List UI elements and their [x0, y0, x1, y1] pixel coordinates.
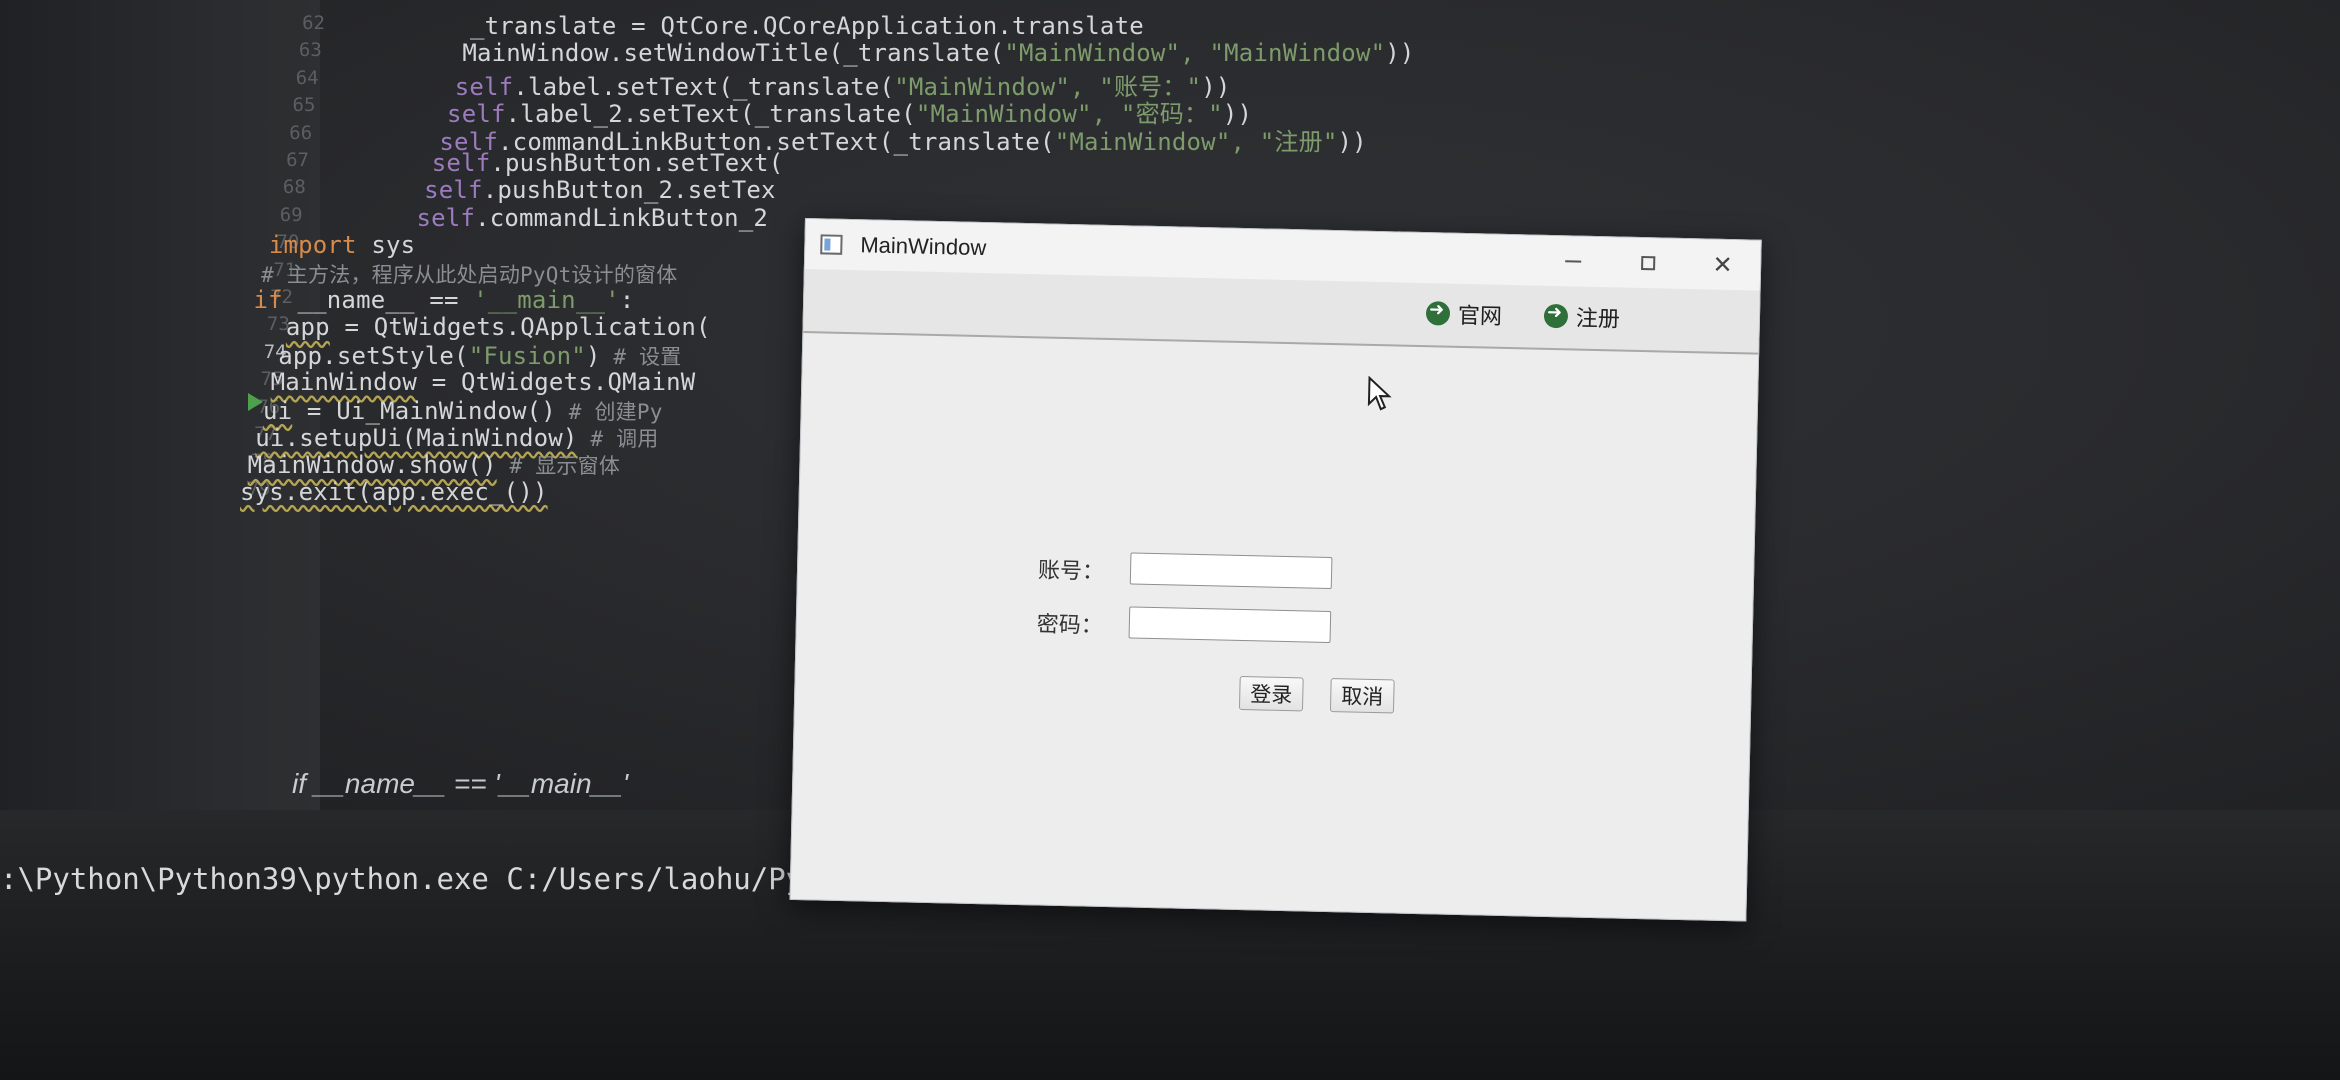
window-controls: ✕	[1535, 236, 1761, 291]
close-button[interactable]: ✕	[1685, 239, 1761, 291]
line-number: 62	[302, 12, 325, 34]
code-line[interactable]: self.pushButton.setText(	[432, 149, 784, 177]
line-number: 74	[263, 340, 287, 363]
code-token-pre: sys	[356, 231, 416, 260]
code-token-ul: app	[285, 313, 330, 342]
code-token-pre: .pushButton_2.setTex	[482, 176, 776, 205]
code-line[interactable]: sys.exit(app.exec_())	[240, 478, 548, 506]
line-number: 66	[289, 121, 313, 144]
account-label: 账号：	[1037, 558, 1105, 585]
code-token-post: )	[585, 341, 601, 370]
official-site-link-button[interactable]: 官网	[1425, 297, 1503, 331]
mouse-pointer-icon	[1367, 375, 1392, 411]
code-token-pre: = Ui_MainWindow()	[292, 396, 556, 425]
qt-main-window[interactable]: MainWindow ✕ 官网 注册 账号： 密码： 登录 取消	[789, 218, 1762, 922]
code-token-kw: import	[268, 231, 357, 260]
code-token-s1: "MainWindow", "MainWindow"	[1004, 39, 1386, 68]
code-token-cm: # 显示窗体	[496, 454, 621, 479]
code-token-pre: __name__ ==	[282, 286, 474, 314]
code-line[interactable]: self.pushButton_2.setTex	[424, 176, 776, 204]
code-token-post: ))	[1385, 39, 1415, 68]
code-line[interactable]: app.setStyle("Fusion") # 设置	[278, 341, 681, 371]
line-number: 67	[286, 149, 309, 171]
minimize-icon	[1564, 260, 1581, 263]
code-token-ul: MainWindow.show()	[247, 451, 497, 480]
code-token-post: ))	[1337, 127, 1367, 156]
code-token-pre: = QtWidgets.QMainW	[417, 368, 696, 397]
cancel-button[interactable]: 取消	[1329, 678, 1395, 714]
code-token-pre: .commandLinkButton_2	[475, 203, 769, 232]
password-input[interactable]	[1128, 606, 1332, 644]
code-line[interactable]: ui.setupUi(MainWindow) # 调用	[255, 423, 658, 453]
code-token-self: self	[431, 149, 491, 177]
line-number: 63	[298, 39, 322, 62]
code-token-ul: ui	[262, 396, 293, 425]
terminal-command-line: :\Python\Python39\python.exe C:/Users/la…	[0, 862, 856, 896]
maximize-icon	[1640, 255, 1655, 271]
arrow-right-circle-icon	[1543, 303, 1569, 329]
code-token-pre: app.setStyle(	[278, 341, 469, 370]
code-token-ul: ui.setupUi(MainWindow)	[255, 424, 578, 452]
code-token-s1: "Fusion"	[468, 341, 586, 370]
password-label: 密码：	[1036, 612, 1104, 639]
code-token-pre: _translate = QtCore.QCoreApplication.tra…	[470, 12, 1144, 40]
code-line[interactable]: import sys	[269, 231, 416, 259]
code-token-post: :	[619, 286, 635, 314]
code-line[interactable]: MainWindow = QtWidgets.QMainW	[271, 368, 696, 396]
code-line[interactable]: ui = Ui_MainWindow() # 创建Py	[263, 396, 663, 426]
code-line[interactable]: MainWindow.setWindowTitle(_translate("Ma…	[462, 39, 1414, 67]
code-token-self: self	[424, 176, 483, 205]
official-site-label: 官网	[1457, 303, 1503, 330]
code-token-cm: # 设置	[600, 344, 682, 369]
code-token-pre: = QtWidgets.QApplication(	[329, 313, 711, 342]
code-line[interactable]: app = QtWidgets.QApplication(	[286, 313, 711, 341]
window-app-icon	[820, 234, 843, 255]
code-token-self: self	[416, 203, 476, 232]
code-line[interactable]: # 主方法，程序从此处启动PyQt设计的窗体	[261, 259, 677, 289]
maximize-button[interactable]	[1610, 237, 1686, 289]
code-token-pre: .pushButton.setText(	[490, 149, 784, 177]
code-line[interactable]: self.commandLinkButton_2	[416, 204, 768, 232]
code-token-ul: sys.exit(app.exec_())	[240, 477, 548, 506]
run-gutter-icon[interactable]	[248, 393, 263, 411]
register-label: 注册	[1575, 306, 1621, 333]
code-token-cm: # 调用	[577, 427, 659, 451]
line-number: 68	[282, 176, 306, 199]
account-input[interactable]	[1129, 552, 1333, 590]
line-number: 73	[266, 313, 290, 336]
code-token-cm: # 主方法，程序从此处启动PyQt设计的窗体	[261, 262, 678, 287]
minimize-button[interactable]	[1535, 236, 1611, 288]
window-content: 账号： 密码： 登录 取消	[791, 333, 1759, 921]
code-token-ul: MainWindow	[270, 368, 418, 397]
code-line[interactable]: if __name__ == '__main__':	[254, 286, 635, 314]
window-title: MainWindow	[860, 232, 987, 261]
register-link-button[interactable]: 注册	[1543, 300, 1621, 334]
code-token-kw: if	[253, 286, 283, 314]
arrow-right-circle-icon	[1425, 301, 1451, 326]
code-line[interactable]: _translate = QtCore.QCoreApplication.tra…	[470, 12, 1144, 40]
login-button[interactable]: 登录	[1238, 675, 1304, 712]
code-token-s1: "MainWindow", "注册"	[1054, 127, 1338, 156]
line-number: 64	[295, 66, 319, 89]
code-token-pre: MainWindow.setWindowTitle(_translate(	[462, 39, 1005, 68]
code-token-cm: # 创建Py	[555, 399, 663, 424]
code-token-s1: '__main__'	[473, 286, 620, 314]
line-number: 65	[292, 94, 316, 117]
line-number: 69	[279, 203, 303, 226]
close-icon: ✕	[1712, 250, 1734, 280]
breadcrumb[interactable]: if __name__ == '__main__'	[292, 768, 628, 800]
code-line[interactable]: MainWindow.show() # 显示窗体	[248, 450, 620, 480]
